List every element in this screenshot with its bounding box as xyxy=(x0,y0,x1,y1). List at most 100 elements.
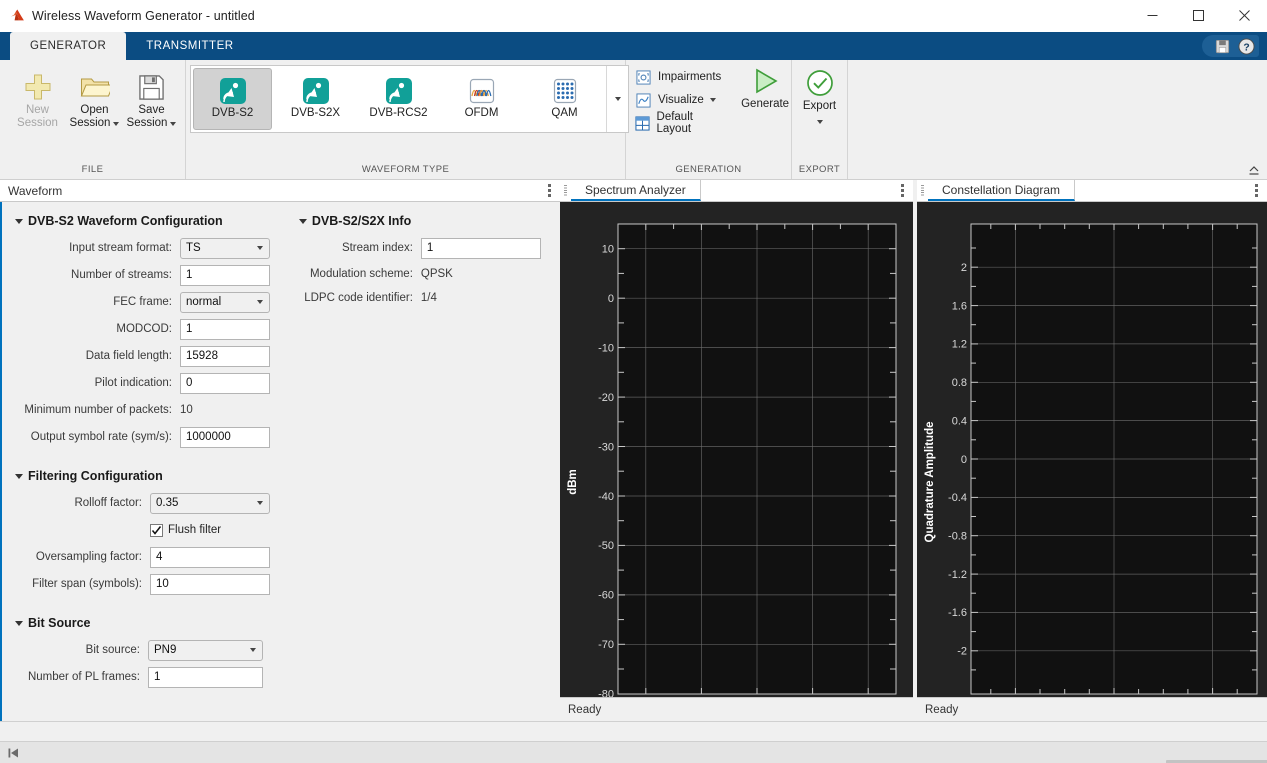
maximize-button[interactable] xyxy=(1175,0,1221,32)
ribbon-filler xyxy=(848,60,1267,179)
waveform-type-dvb-rcs2[interactable]: DVB-RCS2 xyxy=(359,68,438,130)
bit-source-select[interactable]: PN9 xyxy=(148,640,263,661)
wireless-waveform-generator-window: Wireless Waveform Generator - untitled G… xyxy=(0,0,1267,763)
ribbon-group-generation: Impairments Visualize xyxy=(626,60,792,179)
export-label: Export xyxy=(803,100,836,113)
question-mark-icon[interactable]: ? xyxy=(1236,36,1256,56)
waveform-type-qam[interactable]: QAM xyxy=(525,68,604,130)
field-input-stream-format: Input stream format: TS xyxy=(2,235,286,261)
skip-to-start-icon[interactable] xyxy=(0,747,26,759)
y-tick-label: -50 xyxy=(598,540,614,552)
field-label: Input stream format: xyxy=(2,242,180,254)
section-title: DVB-S2/S2X Info xyxy=(312,214,411,228)
close-button[interactable] xyxy=(1221,0,1267,32)
waveform-type-label: OFDM xyxy=(465,107,499,119)
waveform-panel-header-spacer xyxy=(70,180,538,201)
waveform-gallery-more-button[interactable] xyxy=(606,66,628,132)
input-stream-format-select[interactable]: TS xyxy=(180,238,270,259)
impairments-icon xyxy=(635,69,652,86)
constellation-diagram-plot[interactable]: 2 1.6 1.2 0.8 0.4 0 -0.4 -0.8 -1.2 -1.6 … xyxy=(917,202,1267,697)
output-symbol-rate-input[interactable]: 1000000 xyxy=(180,427,270,448)
open-session-button[interactable]: Open Session xyxy=(67,66,122,130)
number-of-streams-input[interactable]: 1 xyxy=(180,265,270,286)
spectrum-analyzer-plot[interactable]: 10 0 -10 -20 -30 -40 -50 -60 -70 -80 -4 xyxy=(560,202,913,697)
section-dvb-s2-s2x-info[interactable]: DVB-S2/S2X Info xyxy=(286,214,560,228)
modcod-input[interactable]: 1 xyxy=(180,319,270,340)
more-options-icon[interactable] xyxy=(538,180,560,201)
default-layout-button[interactable]: Default Layout xyxy=(632,112,731,134)
ribbon-toolbar: New Session Open Session xyxy=(0,60,1267,180)
chevron-down-icon[interactable] xyxy=(113,122,119,126)
tab-transmitter[interactable]: TRANSMITTER xyxy=(126,32,253,60)
chevron-down-icon xyxy=(15,474,23,479)
folder-open-icon xyxy=(80,70,110,104)
flush-filter-checkbox[interactable]: Flush filter xyxy=(150,518,221,542)
chevron-down-icon xyxy=(615,97,621,101)
check-circle-icon xyxy=(805,66,835,100)
panel-drag-handle[interactable] xyxy=(560,180,571,201)
section-filtering-configuration[interactable]: Filtering Configuration xyxy=(2,469,286,483)
section-title: Filtering Configuration xyxy=(28,469,163,483)
spectrum-analyzer-header: Spectrum Analyzer xyxy=(560,180,913,202)
fec-frame-select[interactable]: normal xyxy=(180,292,270,313)
constellation-diagram-header: Constellation Diagram xyxy=(917,180,1267,202)
chevron-down-icon[interactable] xyxy=(170,122,176,126)
visualize-icon xyxy=(635,92,652,109)
spectrum-analyzer-panel: Spectrum Analyzer xyxy=(560,180,913,721)
window-title: Wireless Waveform Generator - untitled xyxy=(28,9,255,23)
satellite-icon xyxy=(301,75,331,107)
waveform-type-gallery: DVB-S2 xyxy=(190,65,629,133)
save-session-button[interactable]: Save Session xyxy=(124,66,179,130)
stream-index-input[interactable]: 1 xyxy=(421,238,541,259)
tab-generator[interactable]: GENERATOR xyxy=(10,32,126,60)
section-bit-source[interactable]: Bit Source xyxy=(2,616,286,630)
collapse-ribbon-icon[interactable] xyxy=(1247,163,1261,177)
minimize-button[interactable] xyxy=(1129,0,1175,32)
section-waveform-configuration[interactable]: DVB-S2 Waveform Configuration xyxy=(2,214,286,228)
visualize-button[interactable]: Visualize xyxy=(632,89,731,111)
new-session-button[interactable]: New Session xyxy=(10,66,65,130)
rolloff-factor-select[interactable]: 0.35 xyxy=(150,493,270,514)
new-session-line2: Session xyxy=(17,117,58,130)
waveform-type-dvb-s2[interactable]: DVB-S2 xyxy=(193,68,272,130)
pilot-indication-input[interactable]: 0 xyxy=(180,373,270,394)
scrollbar-thumb[interactable] xyxy=(1166,760,1267,763)
field-rolloff-factor: Rolloff factor: 0.35 xyxy=(2,490,286,516)
field-label: MODCOD: xyxy=(2,323,180,335)
chevron-down-icon[interactable] xyxy=(817,120,823,124)
waveform-type-ofdm[interactable]: OFDM xyxy=(442,68,521,130)
export-button[interactable]: Export xyxy=(793,62,847,128)
tab-spectrum-analyzer[interactable]: Spectrum Analyzer xyxy=(571,180,701,201)
waveform-panel: Waveform DVB-S2 Waveform Configuration I… xyxy=(0,180,560,721)
floppy-disk-icon[interactable] xyxy=(1212,36,1232,56)
field-flush-filter: Flush filter xyxy=(2,517,286,543)
field-value: PN9 xyxy=(154,644,176,656)
chevron-down-icon xyxy=(15,621,23,626)
oversampling-factor-input[interactable]: 4 xyxy=(150,547,270,568)
field-label: Modulation scheme: xyxy=(286,268,421,280)
field-label: Bit source: xyxy=(2,644,148,656)
field-label: Number of PL frames: xyxy=(2,671,148,683)
y-tick-label: -0.4 xyxy=(948,492,967,504)
generate-label: Generate xyxy=(741,98,789,111)
default-layout-label: Default Layout xyxy=(657,111,725,135)
tab-constellation-diagram[interactable]: Constellation Diagram xyxy=(928,180,1075,201)
filter-span-input[interactable]: 10 xyxy=(150,574,270,595)
chevron-down-icon[interactable] xyxy=(710,98,716,102)
impairments-label: Impairments xyxy=(658,71,721,83)
title-bar: Wireless Waveform Generator - untitled xyxy=(0,0,1267,32)
waveform-type-dvb-s2x[interactable]: DVB-S2X xyxy=(276,68,355,130)
panel-drag-handle[interactable] xyxy=(917,180,928,201)
generate-button[interactable]: Generate xyxy=(739,60,791,111)
new-session-line1: New xyxy=(26,104,49,117)
y-tick-label: -80 xyxy=(598,689,614,698)
more-options-icon[interactable] xyxy=(891,180,913,201)
y-tick-label: -0.8 xyxy=(948,531,967,543)
data-field-length-input[interactable]: 15928 xyxy=(180,346,270,367)
more-options-icon[interactable] xyxy=(1245,180,1267,201)
number-of-pl-frames-input[interactable]: 1 xyxy=(148,667,263,688)
impairments-button[interactable]: Impairments xyxy=(632,66,731,88)
waveform-config-column: DVB-S2 Waveform Configuration Input stre… xyxy=(2,202,286,721)
y-tick-label: -2 xyxy=(957,646,967,658)
waveform-panel-title: Waveform xyxy=(0,180,70,201)
